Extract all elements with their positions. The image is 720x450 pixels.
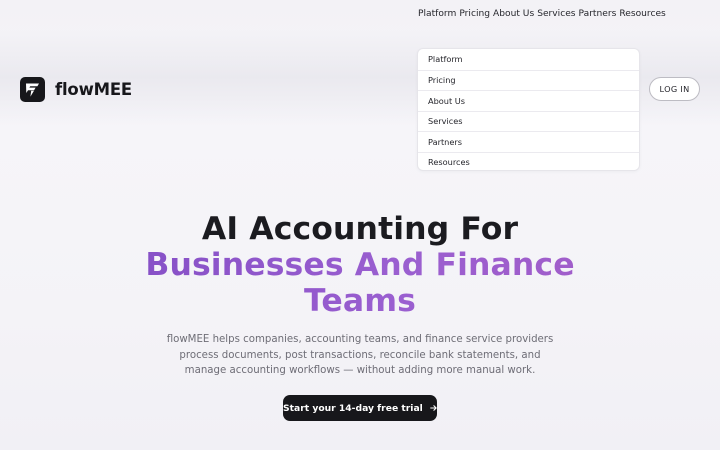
menu-item-about-us[interactable]: About Us <box>418 90 639 111</box>
top-nav-resources[interactable]: Resources <box>619 9 665 19</box>
nav-dropdown-menu: Platform Pricing About Us Services Partn… <box>417 48 640 171</box>
flowmee-logo-icon <box>20 77 45 102</box>
start-trial-label: Start your 14-day free trial <box>283 402 423 414</box>
hero-title-line-1: AI Accounting For <box>201 211 519 247</box>
hero-subtitle: flowMEE helps companies, accounting team… <box>166 334 554 376</box>
menu-item-platform[interactable]: Platform <box>418 49 639 70</box>
brand-name: flowMEE <box>55 80 132 99</box>
brand-logo[interactable]: flowMEE <box>20 77 132 102</box>
top-nav-pricing[interactable]: Pricing <box>459 9 490 19</box>
hero-title-line-3: Teams <box>0 283 720 319</box>
top-nav-services[interactable]: Services <box>537 9 575 19</box>
arrow-right-icon <box>429 405 437 411</box>
login-button[interactable]: LOG IN <box>649 77 700 101</box>
top-nav-partners[interactable]: Partners <box>579 9 617 19</box>
menu-item-services[interactable]: Services <box>418 110 639 132</box>
hero-title: AI Accounting For Businesses And Finance… <box>0 211 720 319</box>
menu-item-pricing[interactable]: Pricing <box>418 69 639 91</box>
top-nav-about-us[interactable]: About Us <box>493 9 534 19</box>
top-nav-platform[interactable]: Platform <box>418 9 456 19</box>
start-trial-button[interactable]: Start your 14-day free trial <box>283 395 437 421</box>
top-nav: Platform Pricing About Us Services Partn… <box>418 9 666 19</box>
menu-item-partners[interactable]: Partners <box>418 131 639 152</box>
menu-item-resources[interactable]: Resources <box>418 151 639 171</box>
hero-title-line-2: Businesses And Finance <box>0 247 720 283</box>
